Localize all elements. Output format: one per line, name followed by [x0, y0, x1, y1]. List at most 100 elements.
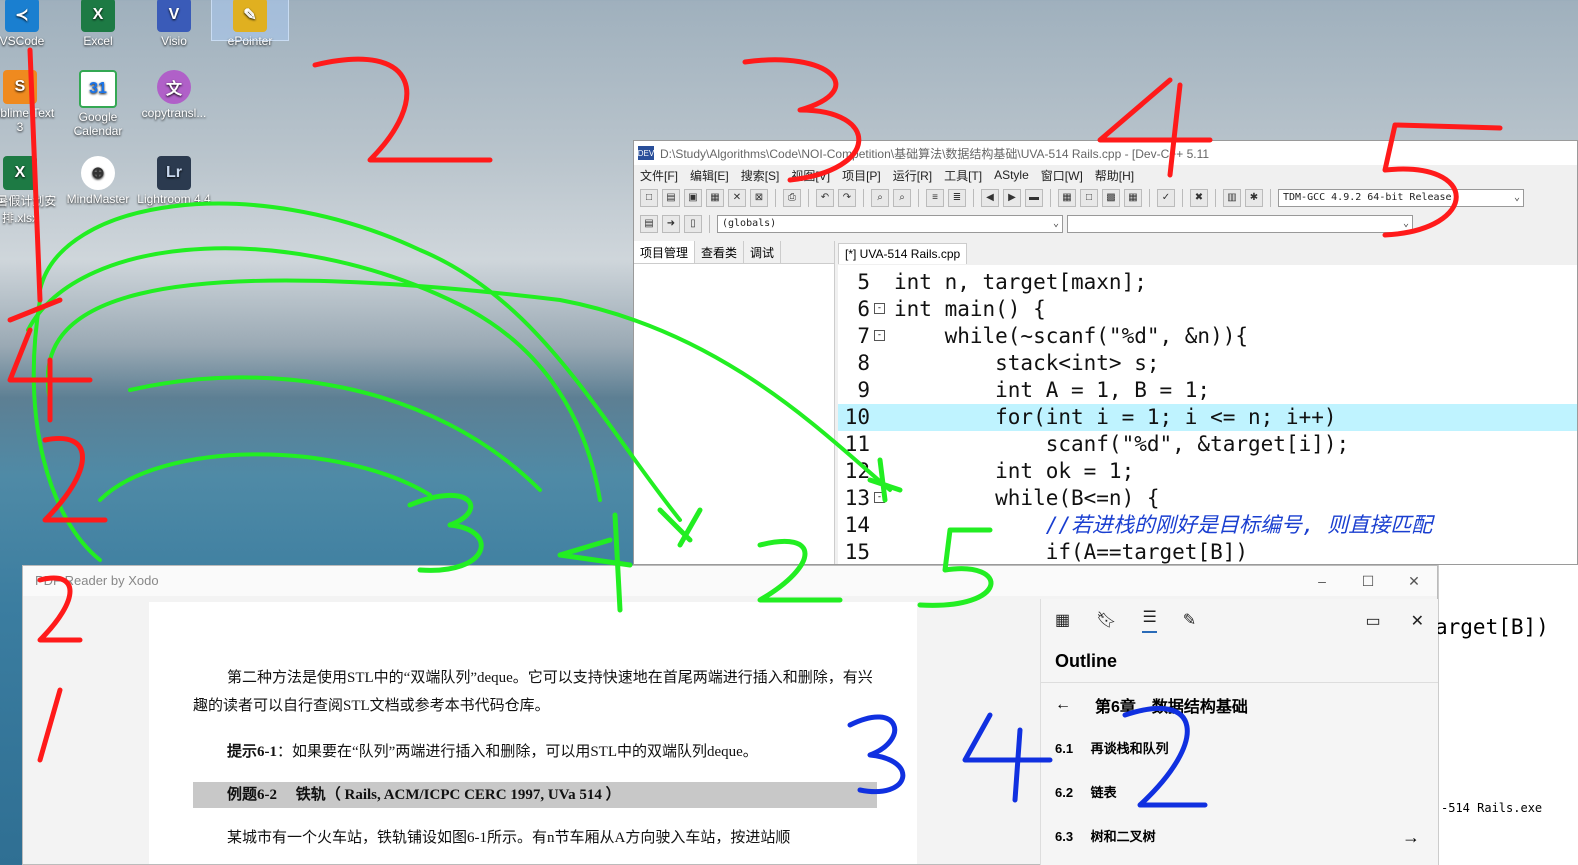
menu-project[interactable]: 项目[P]	[836, 167, 887, 184]
pdf-page[interactable]: 第二种方法是使用STL中的“双端队列”deque。它可以支持快速地在首尾两端进行…	[149, 602, 917, 864]
maximize-button[interactable]: ☐	[1345, 566, 1391, 596]
profile-icon[interactable]: ▥	[1223, 189, 1241, 207]
outline-item[interactable]: 6.3 树和二叉树 →	[1041, 815, 1438, 859]
debug-icon[interactable]: ✱	[1245, 189, 1263, 207]
desktop-icon-lightroom[interactable]: Lr Lightroom 4.4	[136, 152, 212, 206]
line-number: 6	[857, 297, 870, 321]
fold-toggle-icon[interactable]: -	[874, 303, 885, 314]
rebuild-all-icon[interactable]: ▦	[1124, 189, 1142, 207]
menu-file[interactable]: 文件[F]	[634, 167, 684, 184]
green-digit	[407, 492, 484, 573]
devcpp-titlebar[interactable]: DEV D:\Study\Algorithms\Code\NOI-Competi…	[634, 141, 1577, 165]
compile-run-icon[interactable]: ▩	[1102, 189, 1120, 207]
syntax-check-icon[interactable]: ✓	[1157, 189, 1175, 207]
code-text: //若进栈的刚好是目标编号, 则直接匹配	[894, 513, 1433, 537]
desktop-icon-google-calendar[interactable]: 31 Google Calendar	[60, 66, 136, 138]
back-arrow-icon[interactable]: ←	[1055, 696, 1071, 714]
desktop-icon-sublime[interactable]: S Sublime Text 3	[0, 66, 58, 134]
run-icon[interactable]: □	[1080, 189, 1098, 207]
minimize-button[interactable]: –	[1299, 566, 1345, 596]
desktop-icon-epointer[interactable]: ✎ ePointer	[211, 0, 289, 48]
pdf-titlebar[interactable]: PDF Reader by Xodo	[23, 566, 1437, 596]
menu-astyle[interactable]: AStyle	[988, 168, 1035, 182]
desktop-icon-xlsx[interactable]: X OI暑假计划安排.xlsx	[0, 152, 58, 226]
code-line[interactable]: 15 if(A==target[B])	[838, 539, 1577, 564]
vscode-icon: ≺	[5, 0, 39, 32]
code-line[interactable]: 12 int ok = 1;	[838, 458, 1577, 485]
find-icon[interactable]: ⌕	[871, 189, 889, 207]
close-file-icon[interactable]: ✕	[728, 189, 746, 207]
bookmark-icon[interactable]: 🔖︎	[1096, 610, 1116, 630]
close-button[interactable]: ✕	[1391, 566, 1437, 596]
devcpp-toolbar-class: ▤ ➜ ▯ (globals) ⌄ ⌄	[634, 211, 1577, 237]
goto-icon[interactable]: ➜	[662, 215, 680, 233]
tip-label: 提示6-1	[227, 744, 277, 760]
close-panel-icon[interactable]: ✕	[1411, 611, 1424, 631]
tab-project-manager[interactable]: 项目管理	[634, 241, 696, 263]
function-select[interactable]: ⌄	[1067, 215, 1413, 233]
outline-chapter-row[interactable]: ← 第6章 数据结构基础	[1041, 683, 1438, 727]
menu-run[interactable]: 运行[R]	[887, 167, 938, 184]
outline-item[interactable]: 6.1 再谈栈和队列	[1041, 727, 1438, 771]
code-line[interactable]: 11 scanf("%d", &target[i]);	[838, 431, 1577, 458]
close-all-icon[interactable]: ⊠	[750, 189, 768, 207]
replace-icon[interactable]: ⌕	[893, 189, 911, 207]
indent-icon[interactable]: ≡	[926, 189, 944, 207]
menu-help[interactable]: 帮助[H]	[1089, 167, 1140, 184]
print-icon[interactable]: ⎙	[783, 189, 801, 207]
compiler-select[interactable]: TDM-GCC 4.9.2 64-bit Release ⌄	[1278, 189, 1524, 207]
compile-icon[interactable]: ▦	[1058, 189, 1076, 207]
forward-icon[interactable]: ▶	[1003, 189, 1021, 207]
code-line[interactable]: 10 for(int i = 1; i <= n; i++)	[838, 404, 1577, 431]
tab-debug[interactable]: 调试	[744, 241, 782, 263]
insert-icon[interactable]: ▤	[640, 215, 658, 233]
desktop-icon-copytranslator[interactable]: 文 copytransl...	[136, 66, 212, 120]
unindent-icon[interactable]: ≣	[948, 189, 966, 207]
stop-icon[interactable]: ✖	[1190, 189, 1208, 207]
code-line[interactable]: 6- int main() {	[838, 296, 1577, 323]
fold-toggle-icon[interactable]: -	[874, 330, 885, 341]
tab-class-browser[interactable]: 查看类	[695, 241, 745, 263]
code-line[interactable]: 7- while(~scanf("%d", &n)){	[838, 323, 1577, 350]
back-icon[interactable]: ◀	[981, 189, 999, 207]
desktop-icon-vscode[interactable]: ≺ VSCode	[0, 0, 60, 48]
desktop-icon-excel[interactable]: X Excel	[60, 0, 136, 48]
new-file-icon[interactable]: □	[640, 189, 658, 207]
menu-view[interactable]: 视图[V]	[785, 167, 836, 184]
panel-mode-icon[interactable]: ▭	[1365, 611, 1380, 631]
code-editor[interactable]: 5 int n, target[maxn]; 6- int main() {7- wh…	[838, 265, 1577, 564]
annotate-pen-icon[interactable]: ✎	[1183, 610, 1196, 630]
menu-edit[interactable]: 编辑[E]	[684, 167, 735, 184]
line-number: 10	[844, 405, 870, 429]
thumbnails-icon[interactable]: ▦	[1055, 610, 1070, 630]
code-line[interactable]: 8 stack<int> s;	[838, 350, 1577, 377]
save-icon[interactable]: ▣	[684, 189, 702, 207]
menu-tools[interactable]: 工具[T]	[938, 167, 988, 184]
code-line[interactable]: 13- while(B<=n) {	[838, 485, 1577, 512]
undo-icon[interactable]: ↶	[816, 189, 834, 207]
line-number: 12	[844, 459, 870, 483]
scope-select[interactable]: (globals) ⌄	[717, 215, 1063, 233]
code-line[interactable]: 9 int A = 1, B = 1;	[838, 377, 1577, 404]
console-window: arget[B]) -514 Rails.exe	[1435, 565, 1578, 865]
save-all-icon[interactable]: ▦	[706, 189, 724, 207]
calendar-icon: 31	[79, 70, 117, 108]
menu-window[interactable]: 窗口[W]	[1035, 167, 1089, 184]
editor-tab-file[interactable]: [*] UVA-514 Rails.cpp	[838, 243, 968, 264]
bookmark-icon[interactable]: ▯	[684, 215, 702, 233]
outline-icon[interactable]: ☰	[1142, 607, 1157, 633]
code-line[interactable]: 5 int n, target[maxn];	[838, 269, 1577, 296]
redo-icon[interactable]: ↷	[838, 189, 856, 207]
tip-text: ：如果要在“队列”两端进行插入和删除，可以用STL中的双端队列deque。	[277, 744, 758, 760]
desktop-icon-visio[interactable]: V Visio	[136, 0, 212, 48]
outline-item[interactable]: 6.2 链表	[1041, 771, 1438, 815]
code-line[interactable]: 14 //若进栈的刚好是目标编号, 则直接匹配	[838, 512, 1577, 539]
chevron-right-icon[interactable]: →	[1402, 815, 1420, 859]
toggle-bookmark-icon[interactable]: ▬	[1025, 189, 1043, 207]
menu-search[interactable]: 搜索[S]	[735, 167, 786, 184]
desktop-icon-mindmaster[interactable]: ⊕ MindMaster	[60, 152, 136, 206]
fold-toggle-icon[interactable]: -	[874, 492, 885, 503]
open-file-icon[interactable]: ▤	[662, 189, 680, 207]
example-heading: 例题6-2 铁轨（ Rails, ACM/ICPC CERC 1997, UVa…	[193, 782, 877, 808]
code-text: if(A==target[B])	[894, 540, 1249, 564]
